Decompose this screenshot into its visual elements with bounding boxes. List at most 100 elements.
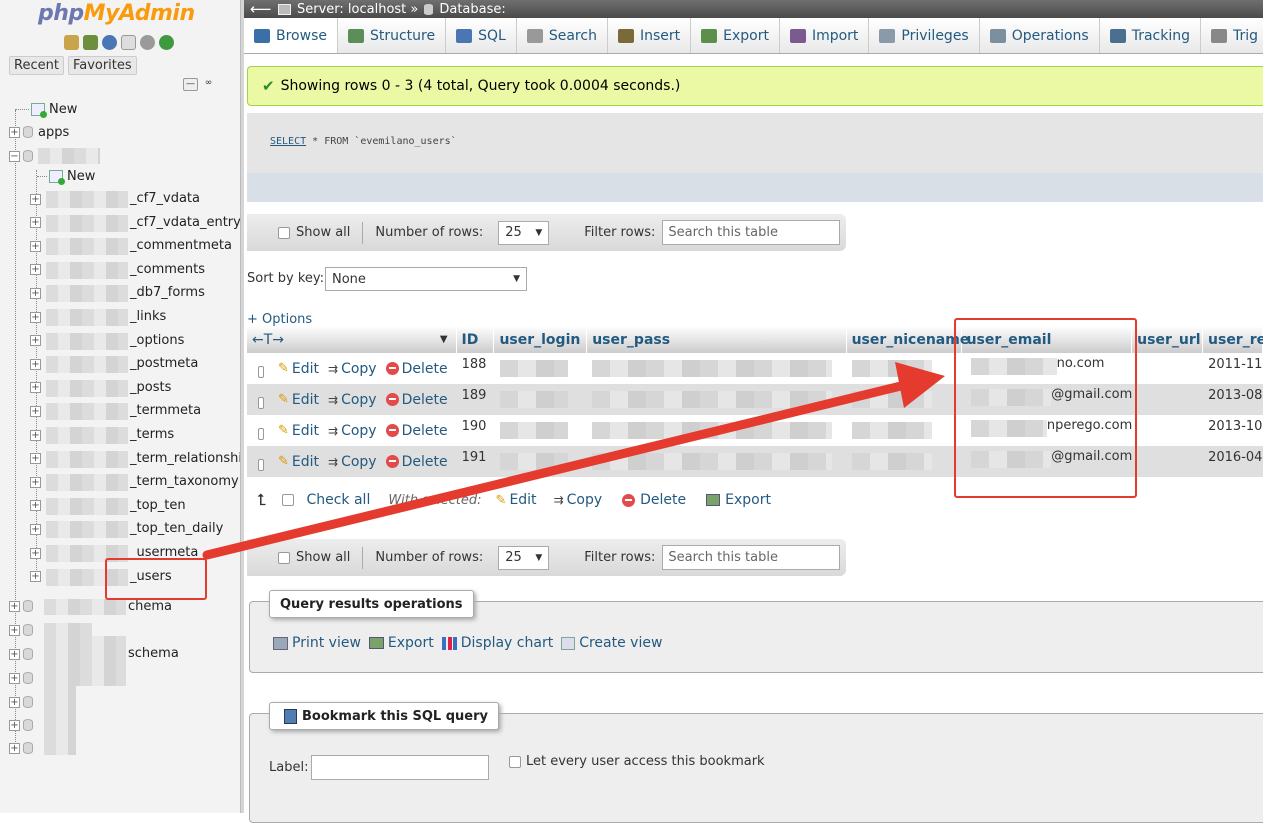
sidebar-table-label[interactable]: _commentmeta: [130, 238, 232, 253]
expand-icon[interactable]: +: [9, 719, 20, 731]
filter-rows-input[interactable]: Search this table: [662, 220, 841, 245]
expand-icon[interactable]: +: [30, 405, 41, 417]
tree-item-new-db[interactable]: New: [15, 99, 77, 119]
reload-icon[interactable]: [159, 35, 174, 50]
row-edit-button[interactable]: ✎ Edit: [278, 454, 319, 470]
sidebar-table-label[interactable]: _top_ten: [130, 498, 186, 513]
sidebar-table-item[interactable]: +: [30, 472, 44, 492]
cell-user-login[interactable]: [495, 446, 588, 477]
options-link[interactable]: + Options: [247, 312, 312, 327]
sidebar-table-item[interactable]: +: [30, 378, 44, 398]
sort-by-key-select[interactable]: None ▼: [325, 267, 527, 291]
sidebar-table-item[interactable]: +: [30, 213, 44, 233]
back-arrow-icon[interactable]: ⟵: [250, 0, 272, 18]
cell-user-registered[interactable]: 2013-08-0: [1203, 384, 1263, 415]
sidebar-table-item[interactable]: +: [30, 425, 44, 445]
filter-rows-input[interactable]: Search this table: [662, 545, 841, 570]
tree-item-new-table[interactable]: New: [37, 166, 95, 186]
phpmyadmin-logo[interactable]: phpMyAdmin: [38, 1, 195, 26]
cell-user-nicename[interactable]: [847, 446, 962, 477]
cell-user-pass[interactable]: [587, 353, 846, 384]
cell-id[interactable]: 188: [457, 353, 495, 384]
tree-item-db[interactable]: +: [9, 620, 38, 640]
row-delete-button[interactable]: Delete: [385, 361, 448, 377]
expand-icon[interactable]: +: [9, 126, 20, 138]
sidebar-table-label[interactable]: _top_ten_daily: [130, 521, 223, 536]
gear-icon[interactable]: [140, 35, 155, 50]
row-copy-button[interactable]: ⇉ Copy: [328, 392, 377, 408]
home-icon[interactable]: [64, 35, 79, 50]
check-all-label[interactable]: Check all: [306, 492, 370, 508]
tab-import[interactable]: Import: [779, 18, 870, 53]
sidebar-table-item[interactable]: +: [30, 543, 44, 563]
tree-item-db[interactable]: +: [9, 738, 38, 758]
cell-user-url[interactable]: [1132, 446, 1203, 477]
expand-icon[interactable]: +: [30, 547, 41, 559]
column-header-user-pass[interactable]: user_pass: [587, 326, 847, 353]
row-checkbox[interactable]: [258, 458, 264, 471]
sidebar-table-item[interactable]: +: [30, 354, 44, 374]
docs-icon[interactable]: [121, 35, 136, 50]
expand-icon[interactable]: +: [30, 429, 41, 441]
tab-sql[interactable]: SQL: [446, 18, 517, 53]
logout-icon[interactable]: [83, 35, 98, 50]
bulk-copy-button[interactable]: Copy: [567, 492, 603, 508]
cell-user-registered[interactable]: 2013-10-2: [1203, 415, 1263, 446]
column-header-user-login[interactable]: user_login: [494, 326, 588, 353]
expand-icon[interactable]: +: [9, 696, 20, 708]
tree-item-db[interactable]: +: [9, 692, 38, 712]
tab-operations[interactable]: Operations: [979, 18, 1100, 53]
expand-icon[interactable]: +: [30, 523, 41, 535]
row-checkbox[interactable]: [258, 365, 264, 378]
cell-user-url[interactable]: [1132, 384, 1203, 415]
row-copy-button[interactable]: ⇉ Copy: [328, 423, 377, 439]
nav-resize-handle[interactable]: [240, 0, 244, 813]
expand-icon[interactable]: +: [9, 624, 20, 636]
cell-user-nicename[interactable]: [847, 353, 962, 384]
help-icon[interactable]: [102, 35, 117, 50]
sidebar-table-label[interactable]: _posts: [130, 380, 171, 395]
expand-icon[interactable]: +: [30, 287, 41, 299]
sidebar-table-item[interactable]: +: [30, 519, 44, 539]
sidebar-table-item[interactable]: +: [30, 260, 44, 280]
expand-icon[interactable]: +: [30, 476, 41, 488]
sidebar-table-item[interactable]: +: [30, 331, 44, 351]
cell-user-registered[interactable]: 2016-04-1: [1203, 446, 1263, 477]
expand-icon[interactable]: +: [9, 600, 20, 612]
sidebar-table-item[interactable]: +: [30, 307, 44, 327]
tree-item-apps[interactable]: + apps: [9, 122, 69, 142]
tab-privileges[interactable]: Privileges: [869, 18, 980, 53]
check-all-checkbox[interactable]: [282, 494, 295, 506]
expand-icon[interactable]: +: [30, 453, 41, 465]
cell-user-registered[interactable]: 2011-11-1: [1203, 353, 1263, 384]
tab-trig[interactable]: Trig: [1201, 18, 1263, 53]
row-edit-button[interactable]: ✎ Edit: [278, 392, 319, 408]
sidebar-table-item[interactable]: +: [30, 496, 44, 516]
cell-user-url[interactable]: [1132, 415, 1203, 446]
tab-tracking[interactable]: Tracking: [1099, 18, 1201, 53]
sidebar-table-label[interactable]: _postmeta: [130, 356, 198, 371]
expand-icon[interactable]: +: [9, 742, 20, 754]
tree-item-db[interactable]: +: [9, 596, 38, 616]
column-header-user-registered[interactable]: user_regi: [1203, 326, 1263, 353]
recent-tab[interactable]: Recent: [9, 56, 64, 75]
row-edit-button[interactable]: ✎ Edit: [278, 423, 319, 439]
row-checkbox[interactable]: [258, 396, 264, 409]
sidebar-table-item[interactable]: +: [30, 283, 44, 303]
bookmark-shared-checkbox[interactable]: [509, 756, 521, 768]
sidebar-table-label[interactable]: _options: [130, 333, 184, 348]
expand-icon[interactable]: +: [30, 193, 41, 205]
row-delete-button[interactable]: Delete: [385, 423, 448, 439]
sidebar-table-label[interactable]: _cf7_vdata_entry: [130, 215, 240, 230]
tab-export[interactable]: Export: [691, 18, 780, 53]
tab-browse[interactable]: Browse: [244, 18, 338, 53]
expand-icon[interactable]: +: [30, 240, 41, 252]
bulk-delete-button[interactable]: Delete: [640, 492, 686, 508]
expand-icon[interactable]: +: [9, 648, 20, 660]
row-delete-button[interactable]: Delete: [385, 392, 448, 408]
cell-user-nicename[interactable]: [847, 384, 962, 415]
favorites-tab[interactable]: Favorites: [67, 56, 137, 75]
sidebar-table-label[interactable]: _links: [130, 309, 166, 324]
expand-icon[interactable]: +: [30, 382, 41, 394]
expand-icon[interactable]: +: [30, 311, 41, 323]
